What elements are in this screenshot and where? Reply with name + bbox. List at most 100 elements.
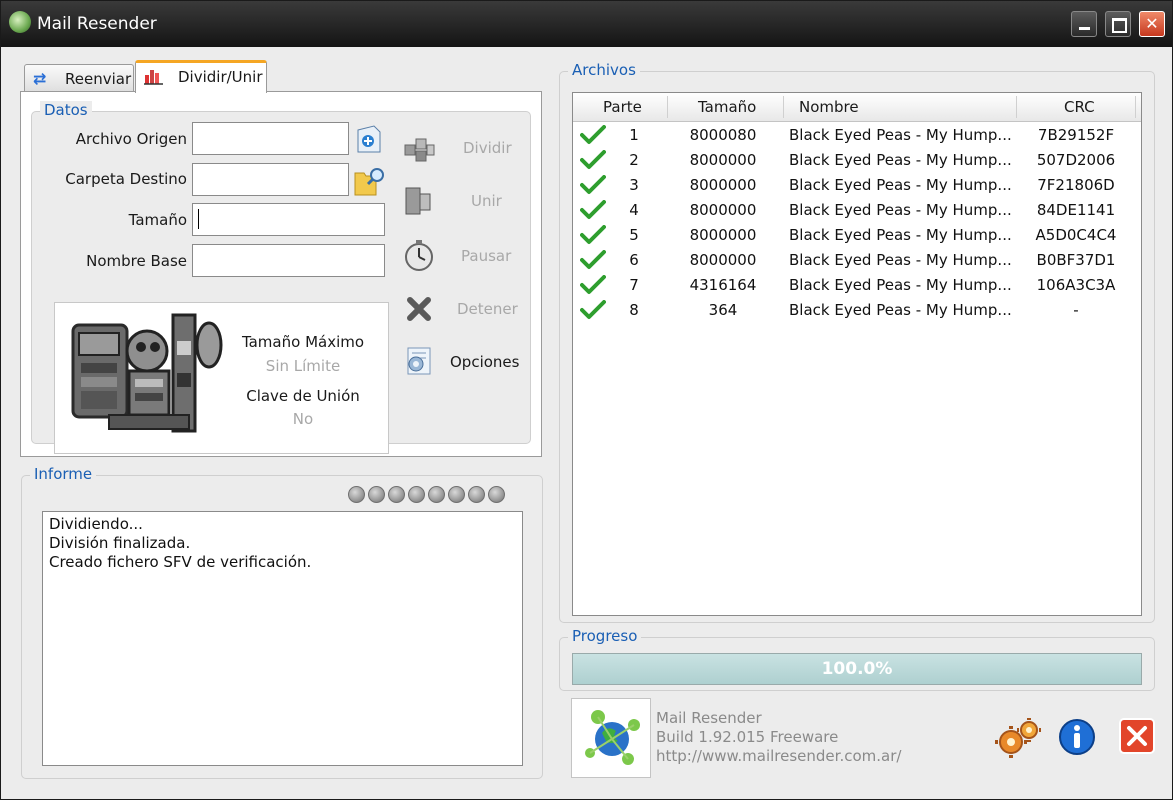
pausar-button[interactable]: Pausar bbox=[461, 247, 511, 265]
cell-parte: 3 bbox=[629, 176, 639, 194]
check-icon bbox=[580, 275, 606, 299]
indicator-dot bbox=[388, 486, 405, 503]
about-url[interactable]: http://www.mailresender.com.ar/ bbox=[656, 747, 901, 765]
tamano-maximo-value: Sin Límite bbox=[265, 357, 341, 375]
cell-parte: 8 bbox=[629, 301, 639, 319]
stop-x-icon bbox=[402, 292, 436, 326]
minimize-button[interactable] bbox=[1071, 11, 1097, 37]
browse-file-button[interactable] bbox=[352, 122, 386, 156]
browse-folder-button[interactable] bbox=[352, 163, 386, 197]
unir-button[interactable]: Unir bbox=[471, 192, 502, 210]
close-button[interactable]: ✕ bbox=[1139, 11, 1165, 37]
cell-tamano: 364 bbox=[708, 301, 738, 319]
table-row[interactable]: 6 8000000 Black Eyed Peas - My Hump... B0BF… bbox=[573, 248, 1141, 273]
check-icon bbox=[580, 300, 606, 324]
detener-button[interactable]: Detener bbox=[457, 300, 518, 318]
info-button[interactable] bbox=[1058, 718, 1096, 756]
cell-nombre: Black Eyed Peas - My Hump... bbox=[789, 201, 1012, 219]
log-line: División finalizada. bbox=[49, 534, 191, 552]
progreso-group: Progreso 100.0% bbox=[559, 627, 1155, 691]
dividir-unir-panel: Datos Archivo Origen Carpeta Destino Tam… bbox=[20, 91, 542, 457]
dividir-button[interactable]: Dividir bbox=[463, 139, 512, 157]
activity-indicator bbox=[348, 486, 508, 507]
window-title: Mail Resender bbox=[37, 14, 157, 34]
column-header-nombre[interactable]: Nombre bbox=[799, 98, 859, 116]
cell-tamano: 8000000 bbox=[689, 251, 757, 269]
archivo-origen-field[interactable] bbox=[192, 122, 349, 155]
table-row[interactable]: 4 8000000 Black Eyed Peas - My Hump... 84DE… bbox=[573, 198, 1141, 223]
maximize-icon bbox=[1112, 18, 1127, 33]
cell-nombre: Black Eyed Peas - My Hump... bbox=[789, 176, 1012, 194]
tab-reenviar-label: Reenviar bbox=[65, 70, 132, 88]
options-icon bbox=[402, 344, 436, 378]
column-separator[interactable] bbox=[1016, 96, 1017, 118]
column-header-parte[interactable]: Parte bbox=[603, 98, 642, 116]
refresh-icon: ⇄ bbox=[33, 69, 47, 88]
tab-reenviar[interactable]: ⇄ Reenviar bbox=[24, 64, 134, 92]
title-bar[interactable]: Mail Resender ✕ bbox=[1, 1, 1172, 47]
nombre-base-field[interactable] bbox=[192, 244, 385, 277]
table-row[interactable]: 1 8000080 Black Eyed Peas - My Hump... 7B29… bbox=[573, 123, 1141, 148]
progress-text: 100.0% bbox=[821, 659, 893, 679]
cell-parte: 1 bbox=[629, 126, 639, 144]
table-row[interactable]: 8 364 Black Eyed Peas - My Hump... - bbox=[573, 298, 1141, 323]
cell-tamano: 4316164 bbox=[689, 276, 757, 294]
column-header-crc[interactable]: CRC bbox=[1064, 98, 1095, 116]
column-separator[interactable] bbox=[1135, 96, 1136, 118]
about-build: Build 1.92.015 Freeware bbox=[656, 728, 839, 746]
informe-legend: Informe bbox=[30, 465, 97, 483]
stopwatch-icon bbox=[402, 238, 436, 272]
cell-crc: 7B29152F bbox=[1037, 126, 1115, 144]
tamano-field[interactable] bbox=[192, 203, 385, 236]
informe-group: Informe Dividiendo... División finalizad… bbox=[21, 465, 543, 779]
close-icon: ✕ bbox=[1145, 14, 1159, 33]
exit-button[interactable] bbox=[1119, 718, 1157, 756]
column-separator[interactable] bbox=[783, 96, 784, 118]
cell-nombre: Black Eyed Peas - My Hump... bbox=[789, 126, 1012, 144]
main-window: Mail Resender ✕ ⇄ Reenviar Dividir/Unir … bbox=[0, 0, 1173, 800]
tab-dividir-unir-label: Dividir/Unir bbox=[178, 68, 263, 86]
carpeta-destino-field[interactable] bbox=[192, 163, 349, 196]
unir-icon bbox=[402, 184, 436, 218]
table-row[interactable]: 2 8000000 Black Eyed Peas - My Hump... 507D… bbox=[573, 148, 1141, 173]
check-icon bbox=[580, 125, 606, 149]
cell-crc: 106A3C3A bbox=[1036, 276, 1116, 294]
tamano-label: Tamaño bbox=[128, 211, 187, 229]
column-separator[interactable] bbox=[667, 96, 668, 118]
table-row[interactable]: 7 4316164 Black Eyed Peas - My Hump... 106A… bbox=[573, 273, 1141, 298]
check-icon bbox=[580, 175, 606, 199]
exit-icon bbox=[1119, 718, 1155, 754]
check-icon bbox=[580, 250, 606, 274]
clave-union-value: No bbox=[292, 410, 314, 428]
archivo-origen-label: Archivo Origen bbox=[75, 130, 187, 148]
text-cursor bbox=[198, 209, 199, 229]
log-box[interactable]: Dividiendo... División finalizada. Cread… bbox=[42, 511, 523, 766]
cell-nombre: Black Eyed Peas - My Hump... bbox=[789, 276, 1012, 294]
datos-legend: Datos bbox=[40, 101, 92, 119]
column-header-tamano[interactable]: Tamaño bbox=[698, 98, 756, 116]
indicator-dot bbox=[488, 486, 505, 503]
nombre-base-label: Nombre Base bbox=[86, 252, 187, 270]
carpeta-destino-label: Carpeta Destino bbox=[65, 170, 187, 188]
split-info-panel: Tamaño Máximo Sin Límite Clave de Unión … bbox=[54, 302, 389, 454]
maximize-button[interactable] bbox=[1105, 11, 1131, 37]
check-icon bbox=[580, 150, 606, 174]
check-icon bbox=[580, 200, 606, 224]
tab-dividir-unir[interactable]: Dividir/Unir bbox=[135, 60, 267, 93]
cell-parte: 2 bbox=[629, 151, 639, 169]
tamano-maximo-label: Tamaño Máximo bbox=[241, 333, 365, 351]
dividir-icon bbox=[402, 131, 436, 165]
files-list[interactable]: Parte Tamaño Nombre CRC 1 8000080 Black Ey… bbox=[572, 92, 1142, 616]
cell-crc: 7F21806D bbox=[1037, 176, 1115, 194]
indicator-dot bbox=[408, 486, 425, 503]
app-logo bbox=[571, 698, 651, 778]
mayan-figure-image bbox=[69, 311, 223, 435]
opciones-button[interactable]: Opciones bbox=[450, 353, 519, 371]
settings-button[interactable] bbox=[995, 718, 1041, 758]
cell-nombre: Black Eyed Peas - My Hump... bbox=[789, 251, 1012, 269]
gears-icon bbox=[995, 718, 1041, 758]
archivos-group: Archivos Parte Tamaño Nombre CRC 1 800008… bbox=[559, 61, 1155, 623]
cell-tamano: 8000000 bbox=[689, 226, 757, 244]
table-row[interactable]: 5 8000000 Black Eyed Peas - My Hump... A5D0… bbox=[573, 223, 1141, 248]
table-row[interactable]: 3 8000000 Black Eyed Peas - My Hump... 7F21… bbox=[573, 173, 1141, 198]
